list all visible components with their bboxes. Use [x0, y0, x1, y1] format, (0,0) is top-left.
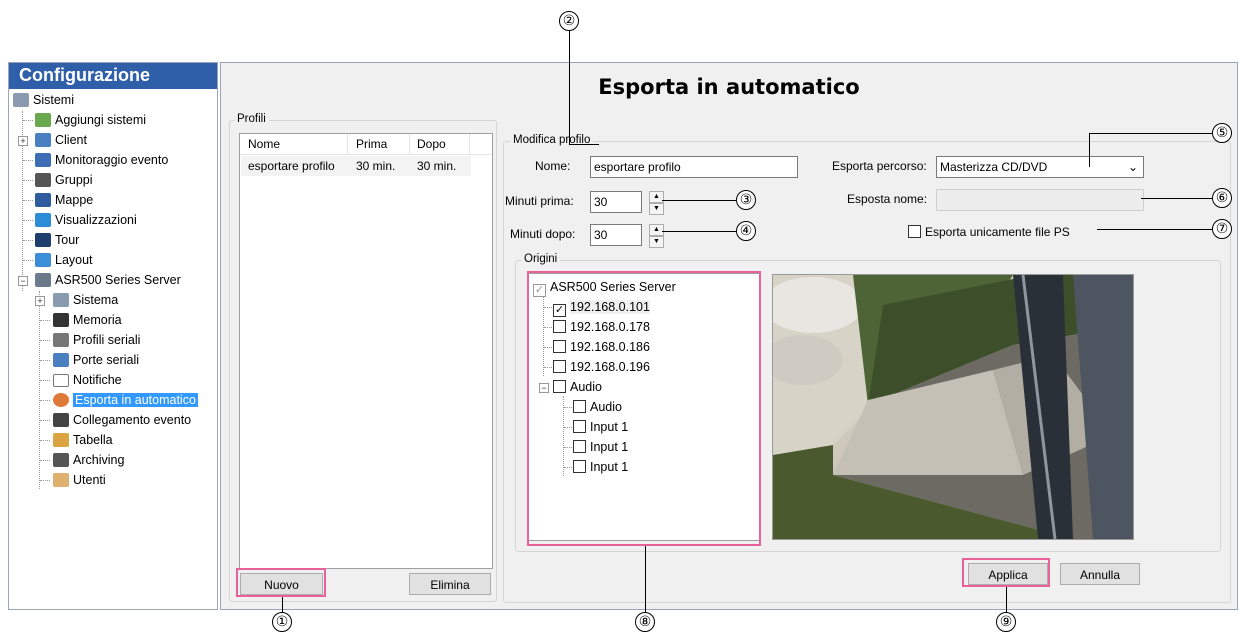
row-nome: esportare profilo — [248, 159, 335, 173]
sidebar-item-tour[interactable]: Tour — [35, 231, 79, 249]
export-path-label: Esporta percorso: — [832, 159, 927, 173]
minutes-before-label: Minuti prima: — [505, 194, 574, 208]
storage-icon — [53, 313, 69, 327]
callout-4: ④ — [736, 221, 756, 241]
sidebar-item-layout[interactable]: Layout — [35, 251, 93, 269]
groups-icon — [35, 173, 51, 187]
profiles-list-header: Nome Prima Dopo — [240, 134, 492, 155]
users-icon — [53, 473, 69, 487]
serial-profiles-icon — [53, 333, 69, 347]
sidebar-item-archiving[interactable]: Archiving — [53, 451, 124, 469]
minutes-after-label: Minuti dopo: — [510, 227, 576, 241]
auto-export-icon — [53, 393, 69, 407]
name-label: Nome: — [535, 159, 571, 173]
sidebar-item-utenti[interactable]: Utenti — [53, 471, 106, 489]
callout-2: ② — [559, 11, 579, 31]
sidebar-item-notifiche[interactable]: Notifiche — [53, 371, 122, 389]
sidebar-item-esporta-in-automatico[interactable]: Esporta in automatico — [53, 391, 198, 409]
callout-5: ⑤ — [1212, 123, 1232, 143]
maps-icon — [35, 193, 51, 207]
collapse-server-toggle[interactable]: − — [18, 276, 28, 286]
checkbox-icon[interactable] — [908, 225, 921, 238]
spin-down-icon[interactable]: ▼ — [649, 203, 664, 215]
minutes-before-stepper[interactable]: ▲ ▼ — [649, 191, 664, 215]
table-icon — [53, 433, 69, 447]
layout-icon — [35, 253, 51, 267]
add-system-icon — [35, 113, 51, 127]
callout-3: ③ — [736, 190, 756, 210]
system-icon — [53, 293, 69, 307]
column-header-dopo[interactable]: Dopo — [417, 137, 446, 151]
sidebar-item-aggiungi-sistemi[interactable]: Aggiungi sistemi — [35, 111, 146, 129]
expand-client-toggle[interactable]: + — [18, 136, 28, 146]
client-icon — [35, 133, 51, 147]
column-header-nome[interactable]: Nome — [248, 137, 280, 151]
sidebar-title: Configurazione — [9, 63, 217, 89]
row-dopo: 30 min. — [417, 159, 457, 173]
spin-down-icon[interactable]: ▼ — [649, 236, 664, 248]
camera-preview-image — [773, 275, 1133, 539]
callout-8: ⑧ — [635, 612, 655, 632]
callout-1: ① — [272, 612, 292, 632]
cancel-button[interactable]: Annulla — [1060, 563, 1140, 585]
sidebar-item-collegamento-evento[interactable]: Collegamento evento — [53, 411, 191, 429]
server-icon — [35, 273, 51, 287]
profiles-legend: Profili — [234, 113, 269, 125]
event-link-icon — [53, 413, 69, 427]
sidebar-item-porte-seriali[interactable]: Porte seriali — [53, 351, 139, 369]
export-path-value: Masterizza CD/DVD — [940, 160, 1048, 174]
table-row[interactable]: esportare profilo 30 min. 30 min. — [241, 156, 471, 176]
profile-name-field[interactable]: esportare profilo — [590, 156, 798, 178]
sidebar-item-visualizzazioni[interactable]: Visualizzazioni — [35, 211, 137, 229]
spin-up-icon[interactable]: ▲ — [649, 191, 664, 203]
spin-up-icon[interactable]: ▲ — [649, 224, 664, 236]
sidebar-item-asr500-server[interactable]: ASR500 Series Server — [35, 271, 181, 289]
profiles-list[interactable]: Nome Prima Dopo esportare profilo 30 min… — [239, 133, 493, 569]
sidebar-item-tabella[interactable]: Tabella — [53, 431, 113, 449]
delete-profile-button[interactable]: Elimina — [409, 573, 491, 595]
systems-icon — [13, 93, 29, 107]
minutes-after-stepper[interactable]: ▲ ▼ — [649, 224, 664, 248]
highlight-apply-button — [962, 558, 1050, 587]
config-sidebar: Configurazione Sistemi Aggiungi sistemi … — [8, 62, 218, 610]
export-name-label: Esposta nome: — [847, 192, 928, 206]
highlight-origins-tree — [527, 271, 761, 546]
sidebar-item-monitoraggio-evento[interactable]: Monitoraggio evento — [35, 151, 168, 169]
minutes-before-field[interactable]: 30 — [590, 191, 642, 213]
expand-sistema-toggle[interactable]: + — [35, 296, 45, 306]
minutes-after-field[interactable]: 30 — [590, 224, 642, 246]
column-header-prima[interactable]: Prima — [356, 137, 387, 151]
origins-legend: Origini — [521, 253, 561, 265]
callout-7: ⑦ — [1212, 219, 1232, 239]
archiving-icon — [53, 453, 69, 467]
callout-6: ⑥ — [1212, 188, 1232, 208]
serial-ports-icon — [53, 353, 69, 367]
camera-preview — [772, 274, 1134, 540]
sidebar-item-sistemi[interactable]: Sistemi — [13, 91, 74, 109]
envelope-icon — [53, 374, 69, 387]
export-path-select[interactable]: Masterizza CD/DVD ⌄ — [936, 156, 1144, 178]
page-title: Esporta in automatico — [598, 75, 860, 99]
sidebar-item-mappe[interactable]: Mappe — [35, 191, 93, 209]
sidebar-item-sistema[interactable]: Sistema — [53, 291, 118, 309]
chevron-down-icon: ⌄ — [1127, 160, 1138, 174]
row-prima: 30 min. — [356, 159, 396, 173]
sidebar-item-profili-seriali[interactable]: Profili seriali — [53, 331, 140, 349]
ps-only-checkbox[interactable]: Esporta unicamente file PS — [908, 225, 1070, 239]
sidebar-item-client[interactable]: Client — [35, 131, 87, 149]
sidebar-item-memoria[interactable]: Memoria — [53, 311, 122, 329]
export-name-field[interactable] — [936, 189, 1144, 211]
ps-only-label: Esporta unicamente file PS — [925, 225, 1070, 239]
views-icon — [35, 213, 51, 227]
highlight-new-button — [236, 568, 326, 597]
event-monitor-icon — [35, 153, 51, 167]
tour-icon — [35, 233, 51, 247]
sidebar-item-gruppi[interactable]: Gruppi — [35, 171, 93, 189]
callout-9: ⑨ — [996, 612, 1016, 632]
